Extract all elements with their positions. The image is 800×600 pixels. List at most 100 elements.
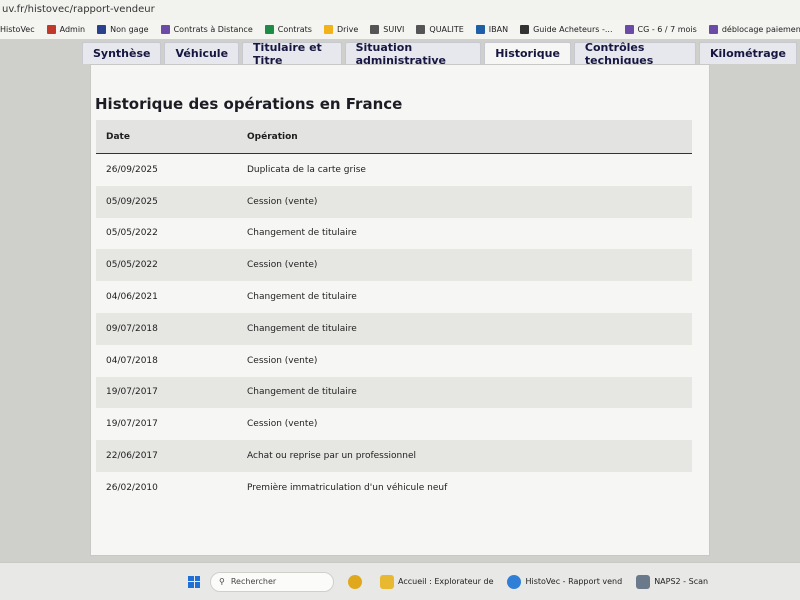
- row-operation: Achat ou reprise par un professionnel: [247, 451, 416, 462]
- bookmark-item[interactable]: déblocage paiement: [708, 25, 800, 34]
- table-body: 26/09/2025 Duplicata de la carte grise 05/…: [96, 154, 692, 504]
- row-operation: Première immatriculation d'un véhicule n…: [247, 482, 448, 493]
- row-date: 19/07/2017: [106, 419, 158, 430]
- taskbar-item-label: NAPS2 - Scan: [654, 577, 709, 586]
- bookmark-label: Contrats à Distance: [173, 25, 253, 34]
- bookmark-favicon-icon: [323, 25, 333, 34]
- scanner-icon: [636, 574, 651, 589]
- table-row: 05/05/2022 Cession (vente): [96, 249, 692, 282]
- bookmark-label: QUALITE: [429, 25, 464, 34]
- history-table: Date Opération 26/09/2025 Duplicata de la…: [96, 120, 692, 504]
- bookmark-favicon-icon: [264, 25, 274, 34]
- taskbar-search[interactable]: ⚲ Rechercher: [210, 571, 334, 592]
- taskbar-item[interactable]: NAPS2 - Scan: [636, 574, 709, 589]
- row-date: 04/06/2021: [106, 292, 158, 303]
- bookmark-label: IBAN: [488, 25, 509, 34]
- bookmark-label: Admin: [59, 25, 86, 34]
- table-row: 26/09/2025 Duplicata de la carte grise: [96, 154, 692, 186]
- search-placeholder: Rechercher: [230, 577, 277, 586]
- bookmark-item[interactable]: QUALITE: [416, 25, 464, 34]
- bookmark-item[interactable]: Contrats à Distance: [160, 25, 253, 34]
- table-row: 19/07/2017 Cession (vente): [96, 408, 692, 440]
- table-row: 09/07/2018 Changement de titulaire: [96, 312, 692, 345]
- bookmark-favicon-icon: [520, 25, 530, 34]
- tab-4[interactable]: Historique: [484, 42, 571, 64]
- column-header-operation: Opération: [247, 131, 298, 142]
- taskbar-item-label: HistoVec - Rapport vend: [525, 577, 623, 586]
- bookmark-label: HistoVec: [0, 25, 35, 34]
- tab-2[interactable]: Titulaire et Titre: [242, 41, 342, 67]
- table-row: 04/07/2018 Cession (vente): [96, 345, 692, 377]
- row-date: 19/07/2017: [106, 387, 158, 398]
- row-date: 05/05/2022: [106, 228, 158, 239]
- row-operation: Changement de titulaire: [247, 323, 357, 334]
- taskbar: ⚲ Rechercher Accueil : Explorateur de His…: [0, 562, 800, 600]
- bookmark-favicon-icon: [370, 25, 380, 34]
- tab-5[interactable]: Contrôles techniques: [573, 41, 696, 67]
- bookmark-favicon-icon: [160, 25, 170, 34]
- bookmark-item[interactable]: Drive: [323, 25, 359, 34]
- bookmark-label: Guide Acheteurs -...: [533, 25, 613, 34]
- chrome-icon: [348, 574, 362, 589]
- bookmark-label: déblocage paiement: [721, 25, 800, 34]
- bookmark-item[interactable]: Admin: [46, 25, 86, 34]
- column-header-date: Date: [106, 131, 130, 142]
- table-row: 05/05/2022 Changement de titulaire: [96, 218, 692, 250]
- bookmark-item[interactable]: SUIVI: [370, 25, 404, 34]
- row-operation: Cession (vente): [247, 196, 318, 207]
- row-date: 09/07/2018: [106, 323, 158, 334]
- bookmark-favicon-icon: [46, 25, 56, 34]
- tab-0[interactable]: Synthèse: [82, 42, 162, 64]
- search-icon: ⚲: [219, 577, 225, 586]
- tab-1[interactable]: Véhicule: [164, 42, 240, 64]
- history-panel: Historique des opérations en France Date…: [90, 64, 710, 556]
- table-header: Date Opération: [96, 120, 692, 154]
- section-title: Historique des opérations en France: [95, 95, 403, 113]
- table-row: 26/02/2010 Première immatriculation d'un …: [96, 472, 692, 504]
- chrome-icon: [507, 574, 522, 589]
- url-text: uv.fr/histovec/rapport-vendeur: [2, 4, 155, 15]
- bookmark-label: Drive: [336, 25, 359, 34]
- table-row: 05/09/2025 Cession (vente): [96, 185, 692, 218]
- row-operation: Cession (vente): [247, 260, 318, 271]
- row-operation: Cession (vente): [247, 419, 318, 430]
- bookmark-item[interactable]: Guide Acheteurs -...: [520, 25, 613, 34]
- row-operation: Cession (vente): [247, 355, 318, 366]
- windows-start-icon[interactable]: [188, 575, 200, 588]
- row-date: 26/09/2025: [106, 164, 158, 175]
- bookmark-favicon-icon: [416, 25, 426, 34]
- bookmark-item[interactable]: HistoVec: [0, 25, 35, 34]
- table-row: 22/06/2017 Achat ou reprise par un profes…: [96, 440, 692, 472]
- row-operation: Changement de titulaire: [247, 387, 357, 398]
- row-date: 22/06/2017: [106, 451, 158, 462]
- tab-3[interactable]: Situation administrative: [344, 41, 482, 67]
- report-tabs: Synthèse Véhicule Titulaire et Titre Situat…: [82, 41, 800, 67]
- page-content: Synthèse Véhicule Titulaire et Titre Situat…: [0, 40, 800, 562]
- bookmark-label: SUIVI: [383, 25, 405, 34]
- bookmark-label: Non gage: [110, 25, 149, 34]
- row-operation: Changement de titulaire: [247, 292, 357, 303]
- bookmark-favicon-icon: [97, 25, 107, 34]
- bookmark-item[interactable]: CG - 6 / 7 mois: [624, 25, 697, 34]
- bookmark-label: CG - 6 / 7 mois: [637, 25, 697, 34]
- tab-6[interactable]: Kilométrage: [699, 42, 797, 64]
- bookmark-item[interactable]: Non gage: [97, 25, 149, 34]
- bookmark-favicon-icon: [624, 25, 634, 34]
- row-date: 26/02/2010: [106, 482, 158, 493]
- taskbar-item-label: Accueil : Explorateur de: [398, 577, 494, 586]
- bookmark-favicon-icon: [475, 25, 485, 34]
- bookmarks-bar: HistoVec Admin Non gage Contrats à Distance…: [0, 20, 800, 40]
- taskbar-item[interactable]: Accueil : Explorateur de: [380, 574, 494, 589]
- taskbar-item[interactable]: [348, 574, 366, 589]
- row-operation: Duplicata de la carte grise: [247, 164, 366, 175]
- table-row: 04/06/2021 Changement de titulaire: [96, 281, 692, 313]
- address-bar[interactable]: uv.fr/histovec/rapport-vendeur: [0, 0, 800, 20]
- table-row: 19/07/2017 Changement de titulaire: [96, 376, 692, 409]
- bookmark-label: Contrats: [277, 25, 312, 34]
- row-operation: Changement de titulaire: [247, 228, 357, 239]
- bookmark-item[interactable]: IBAN: [475, 25, 509, 34]
- row-date: 05/05/2022: [106, 260, 158, 271]
- folder-icon: [380, 574, 394, 589]
- taskbar-item[interactable]: HistoVec - Rapport vend: [507, 574, 623, 589]
- bookmark-item[interactable]: Contrats: [264, 25, 312, 34]
